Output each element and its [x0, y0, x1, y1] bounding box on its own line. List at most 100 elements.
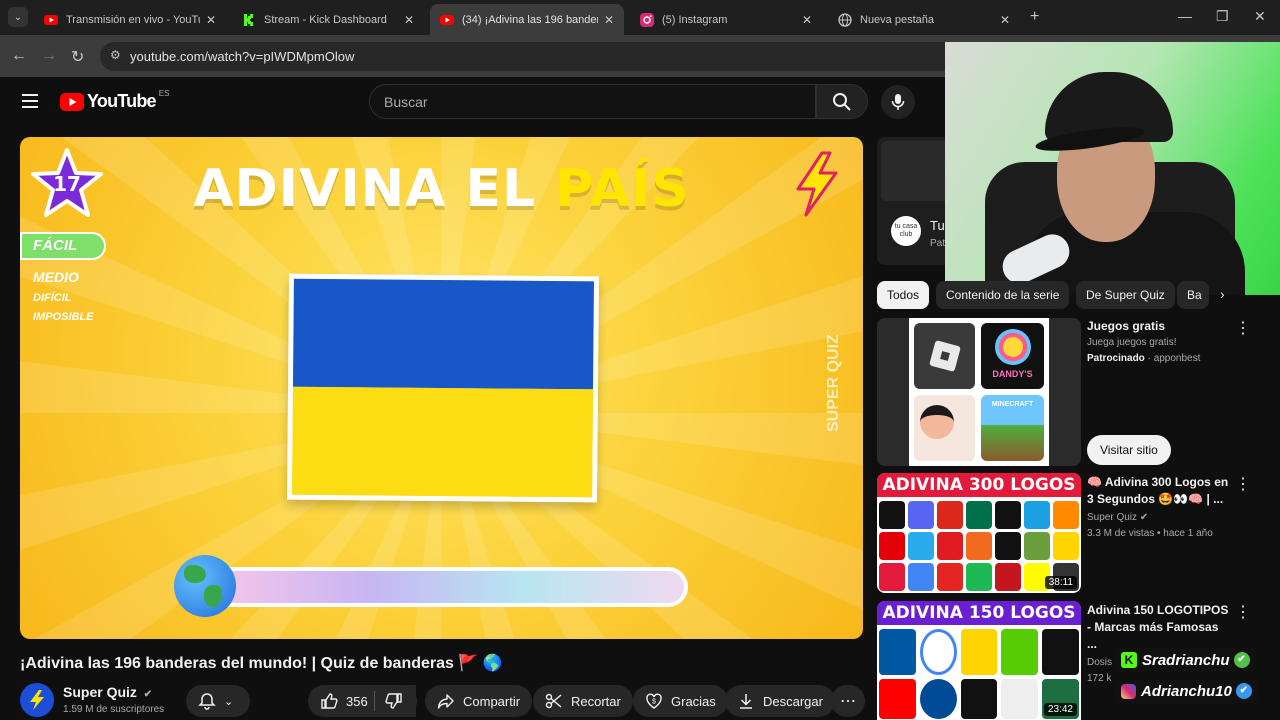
browser-tab-strip: ⌄ Transmisión en vivo - YouTube ✕ Stream… — [0, 0, 1280, 35]
close-icon[interactable]: ✕ — [802, 13, 812, 27]
reload-icon[interactable]: ↻ — [71, 47, 84, 67]
close-window-button[interactable]: ✕ — [1254, 8, 1266, 25]
close-icon[interactable]: ✕ — [1000, 13, 1010, 27]
channel-name: Super Quiz ✔ — [1087, 512, 1149, 523]
download-button[interactable]: Descargar — [725, 685, 835, 717]
lightning-icon — [794, 151, 840, 222]
browser-tab[interactable]: (5) Instagram ✕ — [630, 4, 822, 35]
ad-banner — [881, 141, 953, 201]
heart-dollar-icon: $ — [646, 693, 662, 709]
chip-from-super-quiz[interactable]: De Super Quiz — [1076, 281, 1175, 309]
back-arrow-icon[interactable]: ← — [11, 47, 27, 65]
verified-icon: ✔ — [1235, 683, 1252, 699]
search-button[interactable] — [816, 84, 868, 119]
globe-icon — [174, 555, 236, 617]
microphone-icon — [891, 94, 905, 110]
video-thumbnail[interactable]: ADIVINA 300 LOGOS 38:11 — [877, 473, 1081, 593]
video-thumbnail[interactable]: ADIVINA 150 LOGOS 23:42 — [877, 601, 1081, 720]
video-duration: 23:42 — [1043, 703, 1077, 716]
sponsored-title[interactable]: Juegos gratis — [1087, 318, 1237, 335]
video-title[interactable]: 🧠 Adivina 300 Logos en 3 Segundos 🤩👀🧠 | … — [1087, 474, 1229, 508]
svg-text:$: $ — [652, 699, 656, 706]
search-icon — [833, 92, 851, 111]
dandys-world-icon: DANDY'S — [981, 323, 1044, 389]
url-text: youtube.com/watch?v=pIWDMpmOlow — [130, 49, 355, 64]
advertiser-logo: tu casa club — [891, 216, 921, 246]
chevron-down-icon: ⌄ — [224, 695, 234, 708]
search-input[interactable]: Buscar — [369, 84, 816, 119]
sponsored-label: Patrocinado · apponbest — [1087, 353, 1201, 364]
video-duration: 38:11 — [1044, 576, 1077, 589]
kick-icon — [242, 12, 256, 27]
verified-icon: ✔ — [1233, 652, 1250, 668]
verified-icon: ✔ — [1139, 512, 1149, 523]
difficulty-hard: DIFÍCIL — [33, 292, 72, 304]
chip-series-content[interactable]: Contenido de la serie — [936, 281, 1070, 309]
restore-button[interactable]: ❐ — [1216, 8, 1229, 25]
voice-search-button[interactable] — [881, 85, 915, 119]
video-title: ¡Adivina las 196 banderas del mundo! | Q… — [20, 655, 503, 672]
instagram-handle-tag: Adrianchu10 ✔ — [1115, 679, 1258, 703]
site-info-icon[interactable]: ⚙ — [110, 48, 121, 62]
difficulty-easy: FÁCIL — [33, 237, 78, 254]
menu-icon[interactable] — [22, 94, 38, 108]
youtube-logo[interactable]: YouTube ES — [60, 89, 169, 112]
globe-icon — [838, 12, 852, 27]
browser-tab[interactable]: Transmisión en vivo - YouTube ✕ — [34, 4, 226, 35]
lightning-icon — [30, 690, 44, 710]
notifications-button[interactable]: ⌄ — [186, 685, 250, 717]
instagram-icon — [1121, 683, 1136, 699]
kick-icon: K — [1121, 652, 1137, 668]
dislike-button[interactable] — [375, 685, 417, 717]
more-actions-button[interactable]: ⋯ — [831, 685, 865, 717]
thumbs-up-icon — [321, 693, 338, 709]
chip-more[interactable]: Ba — [1177, 281, 1209, 309]
youtube-icon — [44, 13, 58, 27]
more-vertical-icon[interactable]: ⋮ — [1235, 318, 1251, 338]
toca-boca-icon — [914, 395, 975, 461]
video-title[interactable]: Adivina 150 LOGOTIPOS - Marcas más Famos… — [1087, 602, 1229, 653]
ukraine-flag — [287, 273, 599, 503]
instagram-icon — [640, 12, 654, 27]
sponsored-thumbnail[interactable]: DANDY'S MINECRAFT — [877, 318, 1081, 466]
difficulty-impossible: IMPOSIBLE — [33, 311, 94, 323]
thumbs-down-icon — [385, 693, 402, 709]
kick-handle-tag: K Sradrianchu ✔ — [1115, 648, 1256, 672]
video-player[interactable]: 17 FÁCIL MEDIO DIFÍCIL IMPOSIBLE ADIVINA… — [20, 137, 863, 639]
browser-tab-active[interactable]: (34) ¡Adivina las 196 banderas d ✕ — [430, 4, 624, 35]
close-icon[interactable]: ✕ — [404, 13, 414, 27]
webcam-overlay — [945, 42, 1280, 295]
more-vertical-icon[interactable]: ⋮ — [1235, 602, 1251, 622]
youtube-icon — [440, 13, 454, 27]
chevron-right-icon[interactable]: › — [1220, 286, 1225, 302]
channel-name[interactable]: Super Quiz ✔ — [63, 684, 152, 700]
chip-all[interactable]: Todos — [877, 281, 930, 309]
close-icon[interactable]: ✕ — [206, 13, 216, 27]
bell-icon — [198, 693, 216, 710]
share-icon — [437, 694, 454, 709]
close-icon[interactable]: ✕ — [604, 13, 614, 27]
visit-site-button[interactable]: Visitar sitio — [1087, 435, 1171, 465]
share-button[interactable]: Compartir — [425, 685, 533, 717]
browser-tab[interactable]: Stream - Kick Dashboard ✕ — [232, 4, 424, 35]
browser-tab[interactable]: Nueva pestaña ✕ — [828, 4, 1020, 35]
forward-arrow-icon[interactable]: → — [41, 47, 57, 65]
super-quiz-watermark: SUPER QUIZ — [825, 334, 842, 432]
channel-avatar[interactable] — [20, 683, 54, 717]
download-icon — [740, 694, 752, 709]
scissors-icon — [545, 693, 562, 709]
minecraft-icon: MINECRAFT — [981, 395, 1044, 461]
more-vertical-icon[interactable]: ⋮ — [1235, 474, 1251, 494]
minimize-button[interactable]: — — [1178, 8, 1192, 24]
clip-button[interactable]: Recortar — [533, 685, 633, 717]
verified-icon: ✔ — [143, 689, 153, 700]
timer-progress-bar — [208, 567, 688, 607]
youtube-play-icon — [60, 92, 84, 111]
roblox-icon — [914, 323, 975, 389]
subscriber-count: 1.59 M de suscriptores — [63, 704, 165, 715]
new-tab-button[interactable]: + — [1030, 8, 1039, 26]
video-overlay-title: ADIVINA EL PAÍS — [193, 159, 690, 219]
tab-search-button[interactable]: ⌄ — [8, 7, 28, 27]
thanks-button[interactable]: $ Gracias — [633, 685, 728, 717]
video-meta: 3.3 M de vistas • hace 1 año — [1087, 528, 1213, 539]
